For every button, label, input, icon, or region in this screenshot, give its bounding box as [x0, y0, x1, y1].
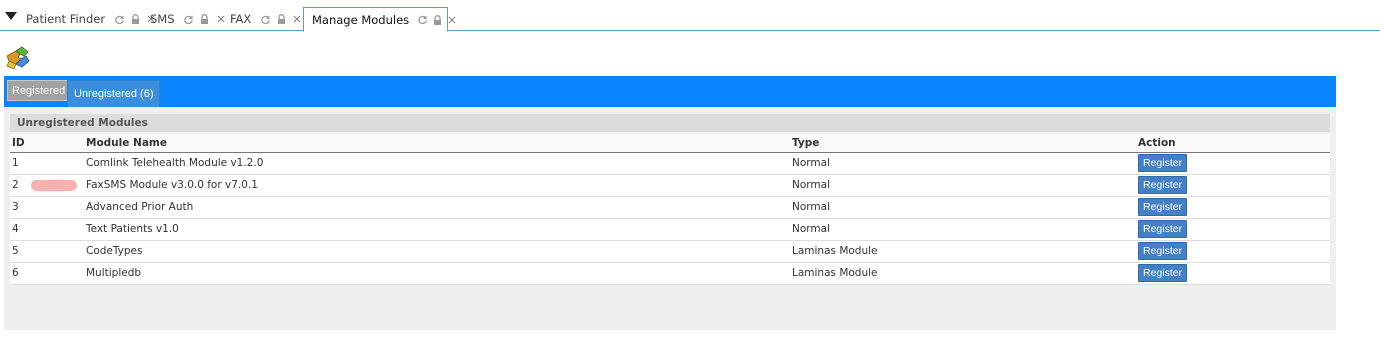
refresh-icon[interactable]: [114, 14, 124, 24]
caret-down-icon[interactable]: [4, 10, 18, 22]
close-icon[interactable]: [448, 15, 456, 25]
module-subtab-bar: Registered Unregistered (6): [4, 76, 1336, 107]
lock-icon[interactable]: [200, 14, 210, 24]
row-type: Laminas Module: [790, 262, 1136, 285]
row-module-name: FaxSMS Module v3.0.0 for v7.0.1: [84, 174, 790, 197]
table-row: 3 Advanced Prior Auth Normal Register: [10, 196, 1330, 219]
register-button[interactable]: Register: [1138, 154, 1188, 172]
tab-strip: Patient Finder SMS FAX Manage Modules: [0, 0, 1380, 32]
row-action: Register: [1136, 262, 1330, 285]
row-id: 4: [10, 218, 84, 241]
unregistered-panel: Unregistered Modules ID Module Name Type…: [4, 107, 1336, 330]
row-module-name: Text Patients v1.0: [84, 218, 790, 241]
redaction-mark: [30, 179, 77, 191]
row-module-name: Advanced Prior Auth: [84, 196, 790, 219]
row-module-name: Multipledb: [84, 262, 790, 285]
header-type: Type: [790, 134, 1136, 153]
refresh-icon[interactable]: [184, 14, 194, 24]
header-action: Action: [1136, 134, 1330, 153]
row-action: Register: [1136, 196, 1330, 219]
modules-puzzle-icon: [6, 46, 30, 70]
tab-label[interactable]: Patient Finder: [26, 12, 105, 26]
row-id: 1: [10, 152, 84, 175]
row-module-name: CodeTypes: [84, 240, 790, 263]
row-type: Normal: [790, 174, 1136, 197]
table-row: 2 FaxSMS Module v3.0.0 for v7.0.1 Normal…: [10, 174, 1330, 197]
tab-patient-finder[interactable]: Patient Finder: [18, 7, 156, 31]
header-module-name: Module Name: [84, 134, 790, 153]
row-action: Register: [1136, 152, 1330, 175]
register-button[interactable]: Register: [1138, 198, 1188, 216]
row-type: Laminas Module: [790, 240, 1136, 263]
section-title: Unregistered Modules: [10, 114, 1330, 132]
row-id-cell: 2: [10, 174, 84, 197]
row-type: Normal: [790, 152, 1136, 175]
tab-manage-modules[interactable]: Manage Modules: [303, 7, 456, 32]
row-type: Normal: [790, 218, 1136, 241]
row-action: Register: [1136, 174, 1330, 197]
register-button[interactable]: Register: [1138, 264, 1188, 282]
lock-icon[interactable]: [433, 14, 442, 25]
row-id: 3: [10, 196, 84, 219]
refresh-icon[interactable]: [260, 14, 270, 24]
row-action: Register: [1136, 240, 1330, 263]
modules-table: ID Module Name Type Action 1 Comlink Tel…: [10, 134, 1330, 285]
refresh-icon[interactable]: [418, 15, 427, 25]
register-button[interactable]: Register: [1138, 242, 1188, 260]
header-id: ID: [10, 134, 84, 153]
tab-label[interactable]: FAX: [230, 12, 251, 26]
row-module-name: Comlink Telehealth Module v1.2.0: [84, 152, 790, 175]
table-row: 1 Comlink Telehealth Module v1.2.0 Norma…: [10, 152, 1330, 175]
row-id: 5: [10, 240, 84, 263]
table-row: 6 Multipledb Laminas Module Register: [10, 262, 1330, 285]
row-action: Register: [1136, 218, 1330, 241]
row-id: 6: [10, 262, 84, 285]
lock-icon[interactable]: [276, 14, 286, 24]
tab-label[interactable]: SMS: [150, 12, 175, 26]
tab-sms[interactable]: SMS: [142, 7, 226, 31]
register-button[interactable]: Register: [1138, 176, 1188, 194]
tab-label[interactable]: Manage Modules: [312, 13, 409, 27]
register-button[interactable]: Register: [1138, 220, 1188, 238]
tab-fax[interactable]: FAX: [222, 7, 302, 31]
close-icon[interactable]: [292, 14, 302, 24]
table-row: 4 Text Patients v1.0 Normal Register: [10, 218, 1330, 241]
row-id: 2: [12, 179, 19, 191]
table-row: 5 CodeTypes Laminas Module Register: [10, 240, 1330, 263]
subtab-unregistered[interactable]: Unregistered (6): [67, 80, 161, 107]
row-type: Normal: [790, 196, 1136, 219]
table-header-row: ID Module Name Type Action: [10, 134, 1330, 153]
lock-icon[interactable]: [130, 14, 140, 24]
subtab-registered[interactable]: Registered: [7, 80, 71, 101]
